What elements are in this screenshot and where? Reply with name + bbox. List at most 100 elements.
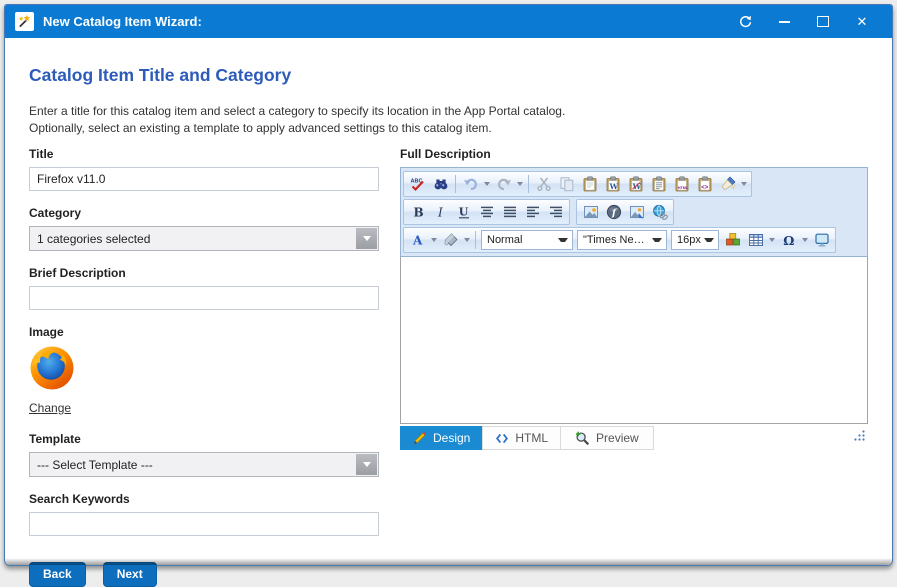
wizard-window: New Catalog Item Wizard: ✕ Catalog Item … — [4, 4, 893, 566]
svg-text:I: I — [437, 206, 443, 220]
monitor-icon[interactable] — [810, 229, 833, 251]
hyperlink-icon[interactable] — [648, 201, 671, 223]
chevron-down-icon[interactable] — [356, 454, 377, 475]
tab-preview[interactable]: Preview — [561, 427, 653, 449]
toolbar-separator — [455, 175, 456, 193]
toolbar-row-3: A — [403, 227, 865, 253]
paste-as-html-icon[interactable]: <> — [693, 173, 716, 195]
editor-toolbar: ABC — [400, 167, 868, 257]
wizard-nav-buttons: Back Next — [29, 562, 379, 587]
search-keywords-input[interactable] — [29, 512, 379, 536]
paste-icon[interactable] — [578, 173, 601, 195]
form-column: Title Category 1 categories selected Bri… — [29, 147, 379, 587]
next-button[interactable]: Next — [103, 562, 157, 587]
toolbar-strip: A — [403, 227, 836, 253]
css-class-icon[interactable] — [721, 229, 744, 251]
undo-dropdown-icon[interactable] — [482, 173, 492, 195]
image-manager-icon[interactable] — [579, 201, 602, 223]
fill-color-icon[interactable] — [439, 229, 462, 251]
table-dropdown-icon[interactable] — [767, 229, 777, 251]
toolbar-row-2: B I U — [403, 199, 865, 225]
tab-preview-label: Preview — [596, 431, 639, 445]
toolbar-separator — [528, 175, 529, 193]
window-controls: ✕ — [737, 14, 870, 30]
pencil-icon — [412, 431, 427, 446]
title-label: Title — [29, 147, 379, 161]
brief-description-label: Brief Description — [29, 266, 379, 280]
title-input[interactable] — [29, 167, 379, 191]
category-value: 1 categories selected — [37, 232, 150, 246]
paste-from-word-nofont-icon[interactable]: W — [624, 173, 647, 195]
brief-description-input[interactable] — [29, 286, 379, 310]
align-center-icon[interactable] — [475, 201, 498, 223]
redo-dropdown-icon[interactable] — [515, 173, 525, 195]
template-field-group: Template --- Select Template --- — [29, 432, 379, 477]
font-color-icon[interactable]: A — [406, 229, 429, 251]
template-dropdown[interactable]: --- Select Template --- — [29, 452, 379, 477]
format-stripper-dropdown-icon[interactable] — [739, 173, 749, 195]
change-image-link[interactable]: Change — [29, 401, 71, 415]
search-keywords-field-group: Search Keywords — [29, 492, 379, 536]
window-title: New Catalog Item Wizard: — [43, 14, 202, 29]
align-left-icon[interactable] — [521, 201, 544, 223]
chevron-down-icon[interactable] — [356, 228, 377, 249]
toolbar-separator — [475, 231, 476, 249]
paragraph-style-value: Normal — [487, 234, 522, 246]
refresh-icon[interactable] — [737, 14, 753, 30]
paste-html-icon[interactable]: HTML — [670, 173, 693, 195]
category-label: Category — [29, 206, 379, 220]
editor-content-area[interactable] — [400, 257, 868, 424]
copy-icon[interactable] — [555, 173, 578, 195]
intro-line-1: Enter a title for this catalog item and … — [29, 103, 868, 120]
titlebar: New Catalog Item Wizard: ✕ — [5, 5, 892, 38]
brief-description-field-group: Brief Description — [29, 266, 379, 310]
font-size-value: 16px — [677, 234, 701, 246]
minimize-icon[interactable] — [776, 14, 792, 30]
paste-from-word-icon[interactable]: W — [601, 173, 624, 195]
flash-manager-icon[interactable]: f — [602, 201, 625, 223]
toolbar-strip: ABC — [403, 171, 752, 197]
resize-grip[interactable] — [853, 429, 866, 447]
magnifier-icon — [575, 431, 590, 446]
intro-text: Enter a title for this catalog item and … — [29, 103, 868, 136]
category-field-group: Category 1 categories selected — [29, 206, 379, 251]
media-manager-icon[interactable] — [625, 201, 648, 223]
svg-text:A: A — [412, 234, 423, 248]
image-field-group: Image — [29, 325, 379, 417]
spellcheck-icon[interactable]: ABC — [406, 173, 429, 195]
svg-text:<>: <> — [701, 185, 709, 191]
tab-design[interactable]: Design — [400, 426, 482, 450]
paste-plain-text-icon[interactable] — [647, 173, 670, 195]
font-color-dropdown-icon[interactable] — [429, 229, 439, 251]
maximize-icon[interactable] — [815, 14, 831, 30]
toolbar-strip: f — [576, 199, 674, 225]
undo-icon[interactable] — [459, 173, 482, 195]
symbol-icon[interactable]: Ω — [777, 229, 800, 251]
editor-tab-strip: HTML Preview — [482, 426, 653, 450]
font-size-combo[interactable]: 16px — [671, 230, 719, 250]
italic-icon[interactable]: I — [429, 201, 452, 223]
format-stripper-icon[interactable] — [716, 173, 739, 195]
paragraph-style-combo[interactable]: Normal — [481, 230, 573, 250]
close-icon[interactable]: ✕ — [854, 14, 870, 30]
fill-color-dropdown-icon[interactable] — [462, 229, 472, 251]
code-icon — [495, 432, 509, 445]
font-family-combo[interactable]: "Times New R... — [577, 230, 667, 250]
back-button[interactable]: Back — [29, 562, 86, 587]
table-icon[interactable] — [744, 229, 767, 251]
tab-html-label: HTML — [515, 431, 548, 445]
tab-html[interactable]: HTML — [483, 427, 561, 449]
search-keywords-label: Search Keywords — [29, 492, 379, 506]
svg-text:HTML: HTML — [677, 186, 688, 190]
category-dropdown[interactable]: 1 categories selected — [29, 226, 379, 251]
symbol-dropdown-icon[interactable] — [800, 229, 810, 251]
font-family-value: "Times New R... — [583, 234, 652, 246]
bold-icon[interactable]: B — [406, 201, 429, 223]
align-right-icon[interactable] — [544, 201, 567, 223]
find-icon[interactable] — [429, 173, 452, 195]
cut-icon[interactable] — [532, 173, 555, 195]
justify-icon[interactable] — [498, 201, 521, 223]
editor-column: Full Description ABC — [400, 147, 868, 587]
underline-icon[interactable]: U — [452, 201, 475, 223]
redo-icon[interactable] — [492, 173, 515, 195]
